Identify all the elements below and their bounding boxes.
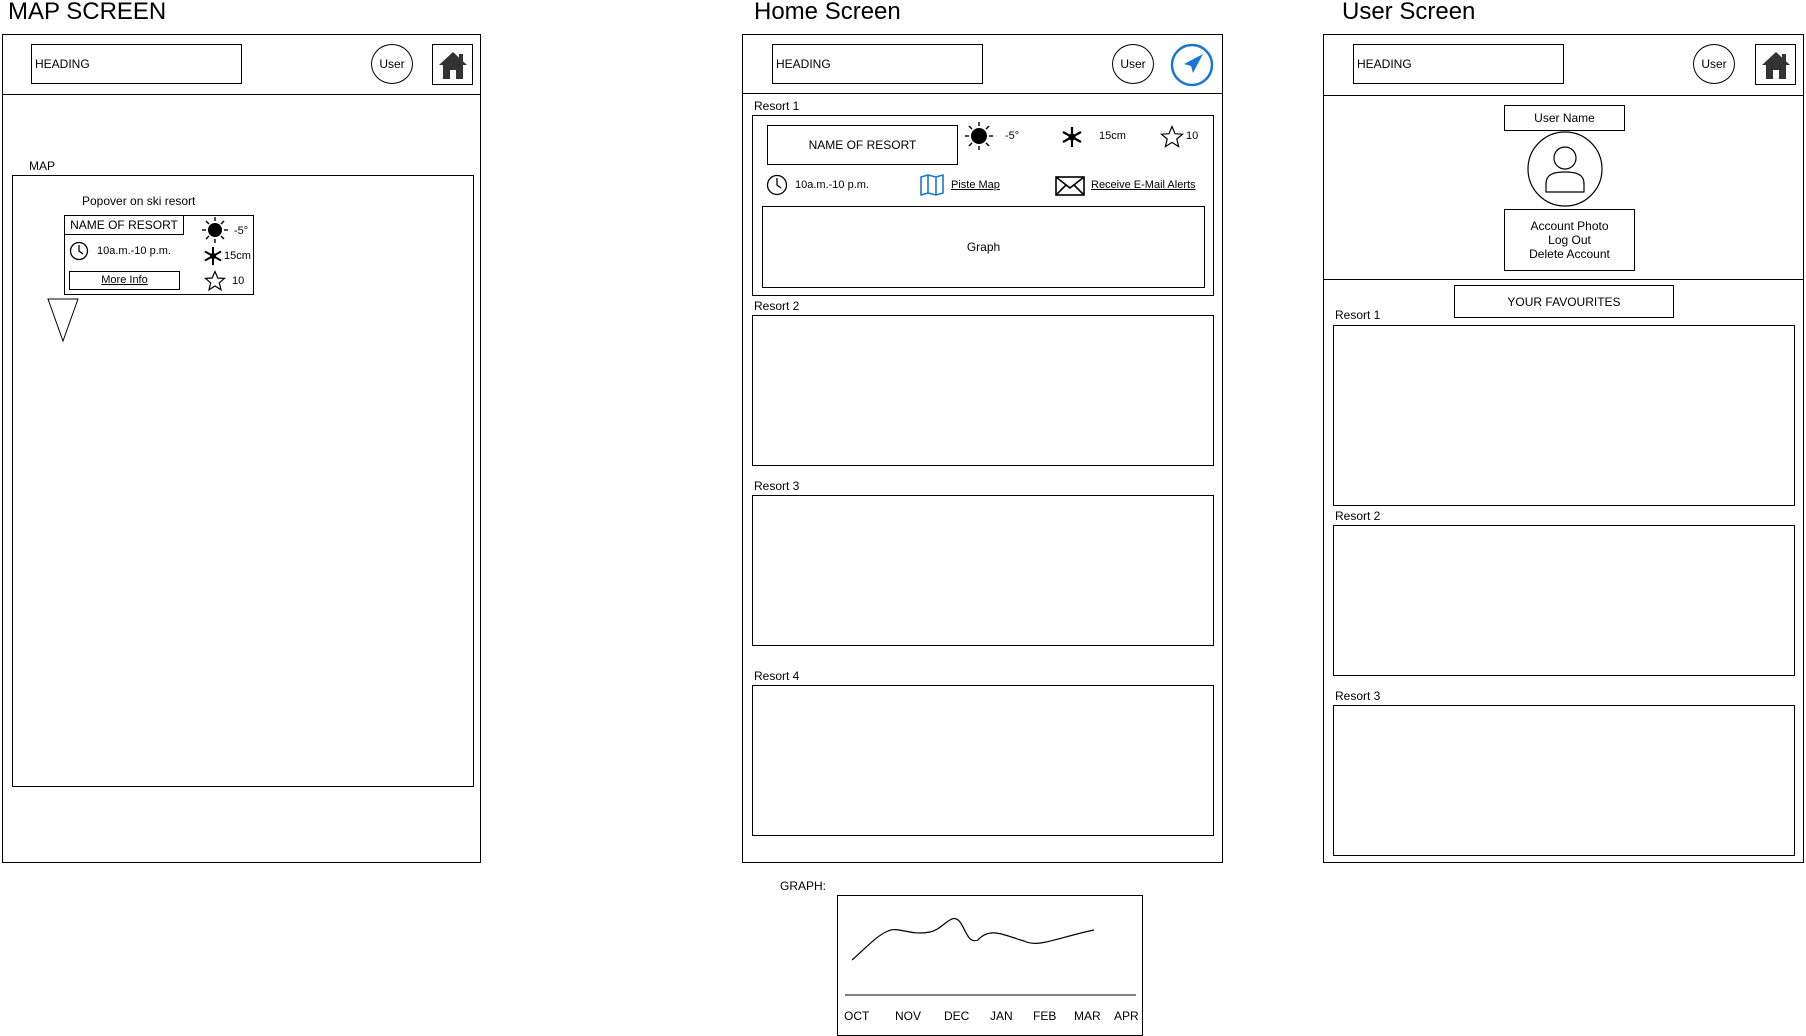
user-label: User (1120, 57, 1146, 71)
user-button[interactable]: User (1693, 44, 1735, 84)
account-menu: Account Photo Log Out Delete Account (1504, 209, 1635, 271)
resort-3-label: Resort 3 (754, 479, 800, 493)
map-label: MAP (29, 159, 56, 173)
sun-icon (202, 217, 228, 243)
favourites-header: YOUR FAVOURITES (1454, 285, 1674, 318)
snowflake-icon (1062, 127, 1082, 147)
resort-name-box: NAME OF RESORT (767, 125, 958, 165)
location-arrow-icon[interactable] (1170, 43, 1214, 87)
clock-icon (766, 174, 788, 196)
home-icon (1761, 51, 1790, 79)
map-screen-frame: HEADING User MAP Popover on ski resort N… (2, 34, 481, 863)
month-tick-label: OCT (844, 1009, 870, 1023)
email-alerts-link[interactable]: Receive E-Mail Alerts (1091, 179, 1196, 192)
star-icon (204, 270, 226, 292)
map-screen-title: MAP SCREEN (8, 0, 167, 25)
popover-caption: Popover on ski resort (82, 194, 196, 208)
delete-account-option[interactable]: Delete Account (1529, 247, 1610, 261)
resort-1-card[interactable]: NAME OF RESORT -5° 15cm 10 10a.m.-10 p.m… (752, 115, 1214, 296)
month-tick-label: FEB (1033, 1009, 1057, 1023)
user-screen-title: User Screen (1342, 0, 1476, 25)
header-divider (743, 93, 1222, 94)
resort-hours: 10a.m.-10 p.m. (795, 179, 869, 191)
piste-map-link[interactable]: Piste Map (951, 179, 1000, 192)
home-screen-frame: HEADING User Resort 1 NAME OF RESORT -5° (742, 34, 1223, 863)
header-divider (1324, 95, 1803, 96)
popover-temperature: -5° (234, 225, 249, 237)
popover-hours: 10a.m.-10 p.m. (97, 245, 171, 257)
star-icon (1160, 125, 1184, 148)
profile-divider (1324, 279, 1803, 280)
month-tick-label: NOV (895, 1009, 922, 1023)
favourite-resort-3-label: Resort 3 (1335, 689, 1381, 703)
map-pin-marker[interactable] (47, 298, 79, 342)
user-label: User (1701, 57, 1727, 71)
snowflake-icon (204, 247, 222, 265)
home-icon (438, 51, 467, 79)
sun-icon (965, 122, 993, 150)
map-icon (920, 174, 944, 196)
account-avatar-icon (1527, 131, 1603, 207)
user-label: User (379, 57, 405, 71)
resort-3-card[interactable] (752, 495, 1214, 646)
favourite-resort-2-card[interactable] (1333, 525, 1795, 676)
graph-placeholder: Graph (762, 206, 1205, 288)
home-screen-title: Home Screen (754, 0, 901, 25)
popover-resort-name: NAME OF RESORT (64, 215, 184, 235)
graph-sketch-label: GRAPH: (780, 879, 827, 893)
heading-box: HEADING (31, 44, 242, 84)
log-out-option[interactable]: Log Out (1548, 233, 1591, 247)
graph-sketch: OCT NOV DEC JAN FEB MAR APR (837, 895, 1143, 1036)
resort-popover: NAME OF RESORT -5° 10a.m.-10 p.m. 15cm M… (64, 215, 254, 295)
header-divider (3, 94, 480, 95)
heading-text: HEADING (776, 57, 831, 71)
clock-icon (69, 241, 89, 261)
resort-2-card[interactable] (752, 315, 1214, 466)
user-name-box: User Name (1504, 105, 1625, 131)
month-tick-label: APR (1114, 1009, 1139, 1023)
month-tick-label: JAN (990, 1009, 1013, 1023)
user-screen-frame: HEADING User User Name Account Photo Log… (1323, 34, 1804, 863)
user-button[interactable]: User (371, 44, 413, 84)
month-tick-label: MAR (1074, 1009, 1101, 1023)
favourite-resort-3-card[interactable] (1333, 705, 1795, 856)
resort-temperature: -5° (1005, 130, 1020, 142)
popover-rating: 10 (232, 275, 245, 287)
resort-snow: 15cm (1099, 130, 1126, 142)
resort-2-label: Resort 2 (754, 299, 800, 313)
resort-rating: 10 (1186, 130, 1199, 142)
envelope-icon (1055, 176, 1085, 196)
favourite-resort-1-card[interactable] (1333, 325, 1795, 506)
account-photo-option[interactable]: Account Photo (1530, 219, 1608, 233)
heading-box: HEADING (772, 44, 983, 84)
month-tick-label: DEC (944, 1009, 970, 1023)
resort-1-label: Resort 1 (754, 99, 800, 113)
user-button[interactable]: User (1112, 44, 1154, 84)
heading-text: HEADING (1357, 57, 1412, 71)
favourite-resort-2-label: Resort 2 (1335, 509, 1381, 523)
home-button[interactable] (1755, 44, 1796, 85)
popover-snow: 15cm (224, 250, 251, 262)
heading-text: HEADING (35, 57, 90, 71)
resort-4-label: Resort 4 (754, 669, 800, 683)
resort-4-card[interactable] (752, 685, 1214, 836)
more-info-button[interactable]: More Info (69, 271, 180, 290)
heading-box: HEADING (1353, 44, 1564, 84)
favourite-resort-1-label: Resort 1 (1335, 308, 1381, 322)
map-area[interactable]: Popover on ski resort NAME OF RESORT -5°… (12, 175, 474, 787)
home-button[interactable] (432, 44, 473, 85)
